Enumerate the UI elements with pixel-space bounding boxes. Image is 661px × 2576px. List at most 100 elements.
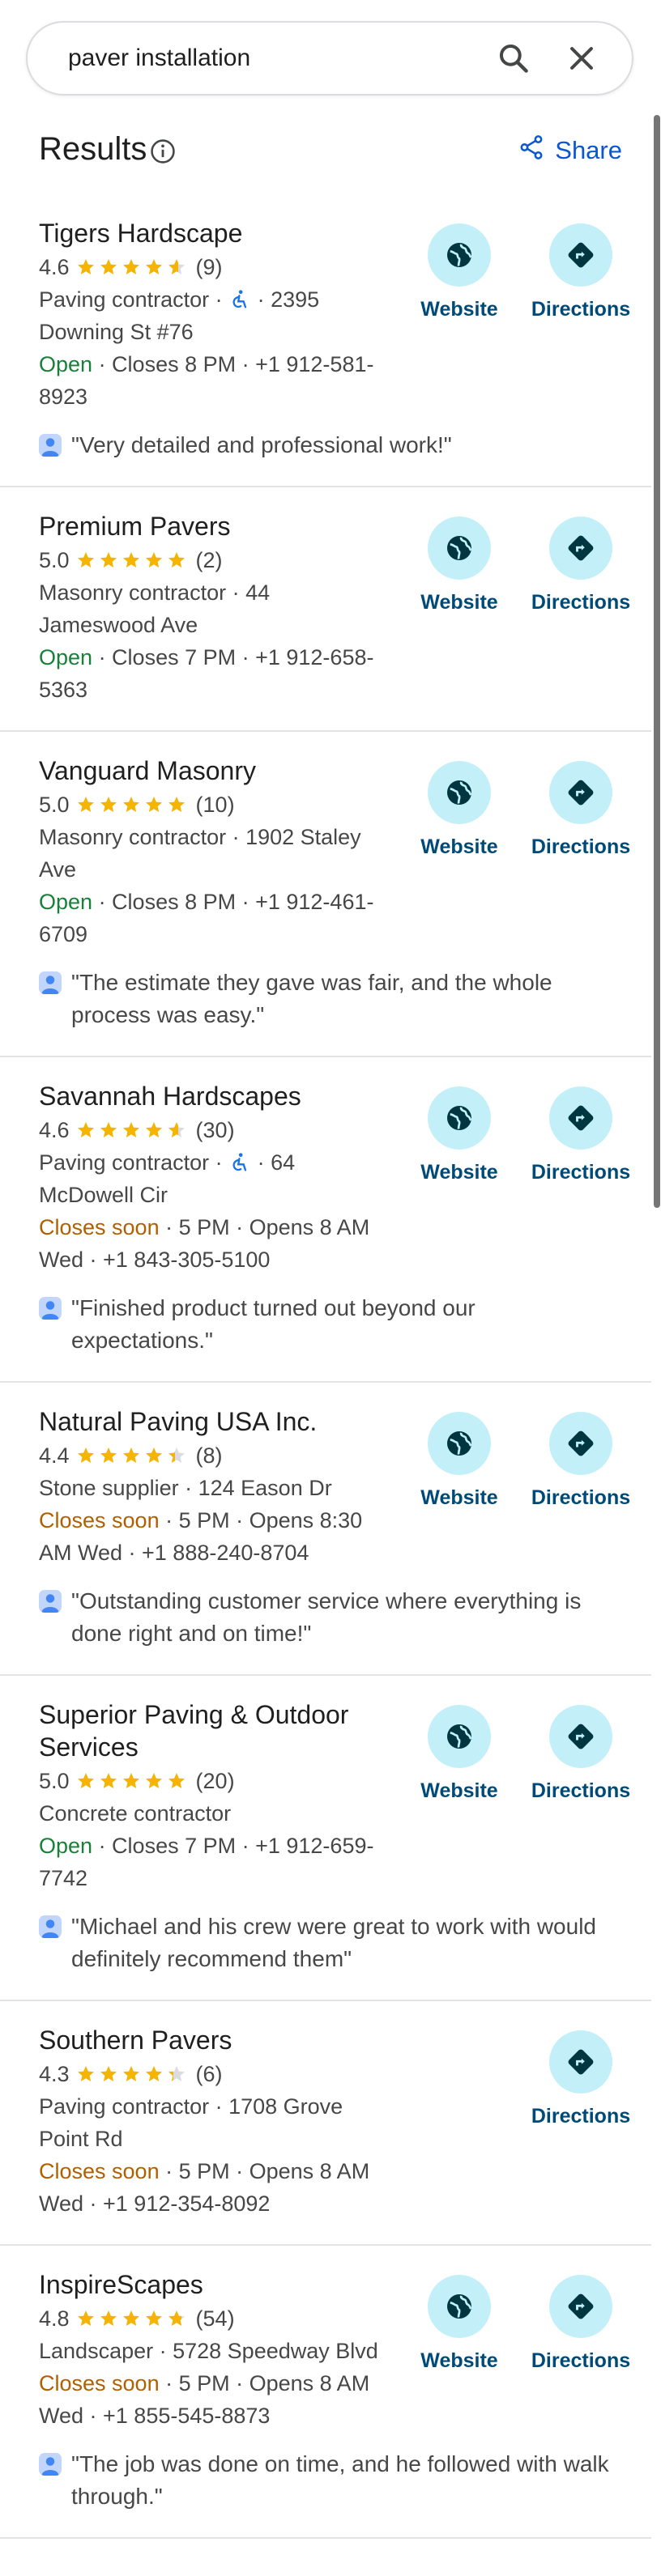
- wheelchair-accessible-icon: [228, 287, 251, 312]
- close-icon[interactable]: [564, 40, 599, 76]
- website-button[interactable]: Website: [399, 2275, 520, 2373]
- results-list: Tigers Hardscape 4.6 (9) Paving contractor …: [0, 194, 651, 2539]
- result-card[interactable]: Vanguard Masonry 5.0 (10) Masonry contracto…: [0, 732, 651, 1057]
- business-name[interactable]: Tigers Hardscape: [39, 217, 387, 249]
- website-label: Website: [420, 1161, 498, 1184]
- review-snippet[interactable]: "The job was done on time, and he follow…: [39, 2448, 622, 2513]
- website-button[interactable]: Website: [399, 516, 520, 614]
- globe-icon: [428, 1086, 491, 1150]
- directions-button[interactable]: Directions: [520, 2030, 642, 2128]
- share-button[interactable]: Share: [518, 133, 622, 168]
- results-header: Results Share: [39, 128, 622, 173]
- result-card[interactable]: Premium Pavers 5.0 (2) Masonry contractor ·…: [0, 487, 651, 732]
- hours-line: Open · Closes 7 PM · +1 912-658-5363: [39, 641, 387, 706]
- rating-row: 4.6 (30): [39, 1114, 387, 1146]
- info-icon[interactable]: [149, 138, 177, 165]
- directions-button[interactable]: Directions: [520, 1086, 642, 1184]
- review-count[interactable]: (2): [196, 544, 223, 576]
- hours-line: Open · Closes 8 PM · +1 912-461-6709: [39, 886, 387, 950]
- result-card[interactable]: Savannah Hardscapes 4.6 (30) Paving contrac…: [0, 1057, 651, 1383]
- business-name[interactable]: InspireScapes: [39, 2268, 387, 2301]
- review-count[interactable]: (30): [196, 1114, 235, 1146]
- result-info: Superior Paving & Outdoor Services 5.0 (20…: [39, 1698, 387, 1894]
- star-rating-icon: [76, 1769, 190, 1793]
- wheelchair-accessible-icon: [228, 1150, 251, 1175]
- directions-label: Directions: [531, 298, 631, 321]
- type-line: Masonry contractor · 1902 Staley Ave: [39, 821, 387, 886]
- result-card[interactable]: Tigers Hardscape 4.6 (9) Paving contractor …: [0, 194, 651, 487]
- hours-line: Closes soon · 5 PM · Opens 8 AM Wed · +1…: [39, 1211, 387, 1276]
- business-name[interactable]: Superior Paving & Outdoor Services: [39, 1698, 387, 1763]
- review-snippet[interactable]: "Michael and his crew were great to work…: [39, 1911, 622, 1975]
- directions-button[interactable]: Directions: [520, 761, 642, 859]
- review-count[interactable]: (6): [196, 2058, 223, 2090]
- review-count[interactable]: (10): [196, 789, 235, 821]
- website-button[interactable]: Website: [399, 1086, 520, 1184]
- result-actions: Website Directions: [399, 2275, 642, 2373]
- review-text: "Outstanding customer service where ever…: [71, 1588, 582, 1646]
- review-count[interactable]: (20): [196, 1765, 235, 1797]
- business-name[interactable]: Natural Paving USA Inc.: [39, 1405, 387, 1438]
- directions-button[interactable]: Directions: [520, 1412, 642, 1510]
- directions-button[interactable]: Directions: [520, 1705, 642, 1803]
- business-name[interactable]: Southern Pavers: [39, 2024, 387, 2056]
- result-info: InspireScapes 4.8 (54) Landscaper · 5728 Sp…: [39, 2268, 387, 2432]
- result-card[interactable]: Natural Paving USA Inc. 4.4 (8) Stone suppl…: [0, 1383, 651, 1676]
- directions-icon: [549, 761, 612, 824]
- rating-row: 5.0 (10): [39, 789, 387, 821]
- business-name[interactable]: Premium Pavers: [39, 510, 387, 542]
- review-count[interactable]: (8): [196, 1439, 223, 1472]
- hours-line: Closes soon · 5 PM · Opens 8:30 AM Wed ·…: [39, 1504, 387, 1569]
- review-snippet[interactable]: "Outstanding customer service where ever…: [39, 1585, 622, 1650]
- type-line: Masonry contractor · 44 Jameswood Ave: [39, 576, 387, 641]
- open-status: Closes soon: [39, 2371, 160, 2395]
- website-button[interactable]: Website: [399, 1705, 520, 1803]
- review-text: "The job was done on time, and he follow…: [71, 2451, 609, 2509]
- globe-icon: [428, 761, 491, 824]
- directions-button[interactable]: Directions: [520, 2275, 642, 2373]
- result-info: Tigers Hardscape 4.6 (9) Paving contractor …: [39, 217, 387, 413]
- type-line: Paving contractor · 1708 Grove Point Rd: [39, 2090, 387, 2155]
- result-actions: Website Directions: [399, 1412, 642, 1510]
- star-rating-icon: [76, 1118, 190, 1142]
- review-snippet[interactable]: "Finished product turned out beyond our …: [39, 1292, 622, 1357]
- result-info: Savannah Hardscapes 4.6 (30) Paving contrac…: [39, 1080, 387, 1276]
- review-snippet[interactable]: "The estimate they gave was fair, and th…: [39, 967, 622, 1031]
- website-label: Website: [420, 835, 498, 858]
- result-card[interactable]: Southern Pavers 4.3 (6) Paving contractor ·…: [0, 2001, 651, 2246]
- website-button[interactable]: Website: [399, 761, 520, 859]
- directions-button[interactable]: Directions: [520, 223, 642, 321]
- star-rating-icon: [76, 2306, 190, 2331]
- rating-value: 5.0: [39, 548, 70, 572]
- business-name[interactable]: Savannah Hardscapes: [39, 1080, 387, 1112]
- directions-label: Directions: [531, 835, 631, 858]
- result-card[interactable]: InspireScapes 4.8 (54) Landscaper · 5728 Sp…: [0, 2246, 651, 2539]
- type-line: Paving contractor · · 2395 Downing St #7…: [39, 283, 387, 348]
- reviewer-avatar-icon: [39, 2453, 62, 2476]
- open-status: Open: [39, 1834, 93, 1858]
- review-snippet[interactable]: "Very detailed and professional work!": [39, 429, 622, 461]
- open-status: Open: [39, 352, 93, 376]
- type-line: Stone supplier · 124 Eason Dr: [39, 1472, 387, 1504]
- rating-value: 4.6: [39, 1118, 70, 1142]
- business-name[interactable]: Vanguard Masonry: [39, 755, 387, 787]
- search-input[interactable]: [68, 23, 489, 94]
- rating-row: 5.0 (2): [39, 544, 387, 576]
- website-button[interactable]: Website: [399, 223, 520, 321]
- business-type-address: Masonry contractor · 44 Jameswood Ave: [39, 580, 271, 637]
- review-count[interactable]: (9): [196, 251, 223, 283]
- search-icon[interactable]: [496, 40, 531, 76]
- rating-value: 5.0: [39, 793, 70, 817]
- search-box[interactable]: [26, 21, 633, 96]
- directions-button[interactable]: Directions: [520, 516, 642, 614]
- directions-icon: [549, 2275, 612, 2338]
- type-line: Concrete contractor: [39, 1797, 387, 1830]
- result-actions: Website Directions: [399, 761, 642, 859]
- directions-label: Directions: [531, 1486, 631, 1509]
- star-rating-icon: [76, 2062, 190, 2086]
- review-count[interactable]: (54): [196, 2302, 235, 2335]
- scrollbar[interactable]: [654, 115, 660, 1208]
- business-type-address: Paving contractor ·: [39, 1150, 229, 1175]
- website-button[interactable]: Website: [399, 1412, 520, 1510]
- result-card[interactable]: Superior Paving & Outdoor Services 5.0 (20…: [0, 1676, 651, 2001]
